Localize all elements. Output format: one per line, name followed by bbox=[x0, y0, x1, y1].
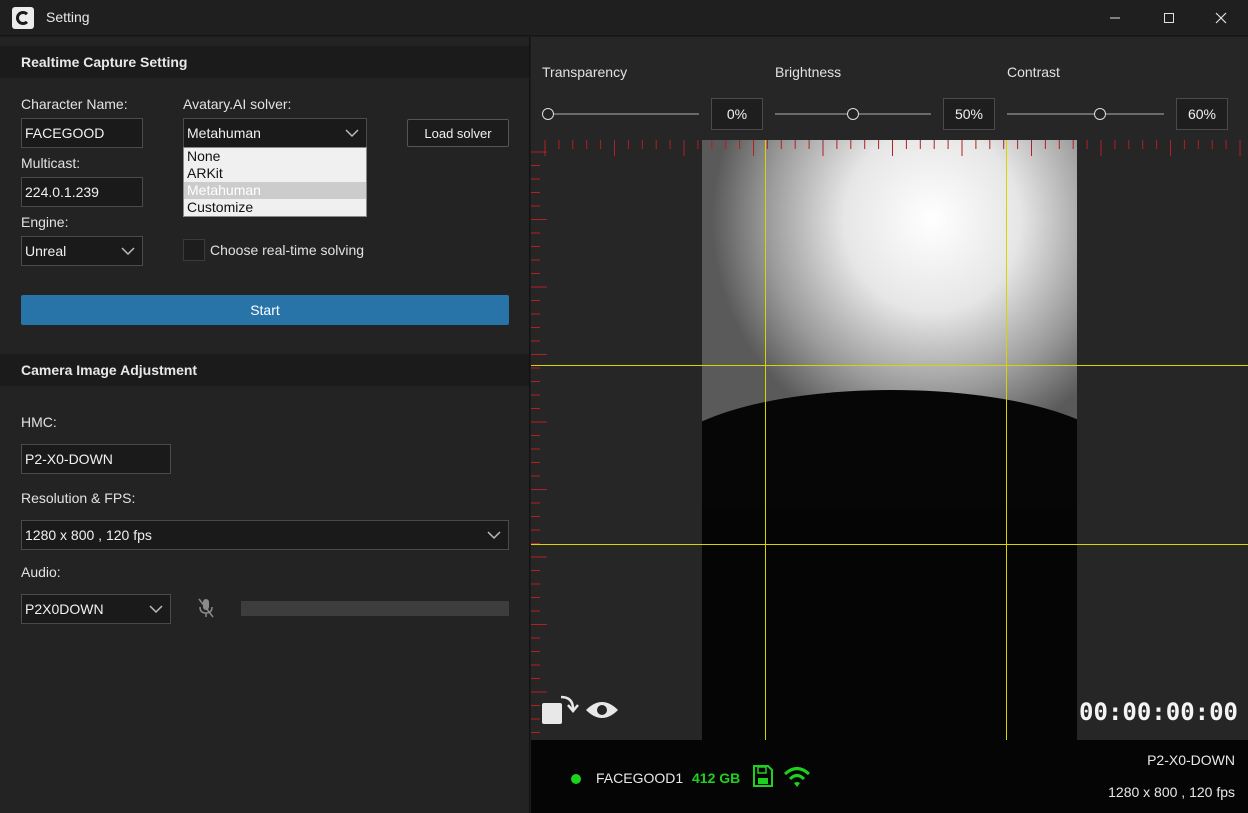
brightness-label: Brightness bbox=[775, 64, 842, 80]
close-button[interactable] bbox=[1198, 0, 1244, 36]
capture-section-title: Realtime Capture Setting bbox=[0, 46, 529, 78]
close-icon bbox=[1215, 12, 1227, 24]
solver-option-none[interactable]: None bbox=[184, 148, 366, 165]
minimize-icon bbox=[1110, 17, 1120, 19]
vertical-ruler bbox=[531, 151, 547, 733]
resolution-dropdown[interactable]: 1280 x 800 , 120 fps bbox=[21, 520, 509, 550]
character-name-input[interactable]: FACEGOOD bbox=[21, 118, 143, 148]
start-button[interactable]: Start bbox=[21, 295, 509, 325]
chevron-down-icon bbox=[121, 247, 135, 256]
hmc-name-readout: P2-X0-DOWN bbox=[1147, 752, 1235, 768]
preview-panel: Transparency Brightness Contrast 0% 50% … bbox=[531, 37, 1248, 813]
load-solver-button[interactable]: Load solver bbox=[407, 119, 509, 147]
character-name-label: Character Name: bbox=[21, 96, 128, 112]
wifi-icon bbox=[783, 767, 811, 787]
horizontal-ruler bbox=[544, 140, 1241, 156]
maximize-button[interactable] bbox=[1146, 0, 1192, 36]
solver-option-customize[interactable]: Customize bbox=[184, 199, 366, 216]
device-name: FACEGOOD1 bbox=[596, 770, 684, 786]
audio-dropdown[interactable]: P2X0DOWN bbox=[21, 594, 171, 624]
resolution-selected-value: 1280 x 800 , 120 fps bbox=[25, 527, 152, 543]
guide-line-vertical bbox=[1006, 140, 1007, 740]
audio-selected-value: P2X0DOWN bbox=[25, 601, 104, 617]
solver-selected-value: Metahuman bbox=[187, 125, 261, 141]
engine-selected-value: Unreal bbox=[25, 243, 67, 259]
camera-preview[interactable]: 00:00:00:00 bbox=[531, 140, 1248, 740]
resolution-readout: 1280 x 800 , 120 fps bbox=[1108, 784, 1235, 800]
guide-line-horizontal bbox=[531, 544, 1248, 545]
rotate-image-icon[interactable] bbox=[541, 693, 579, 727]
solver-options-list: None ARKit Metahuman Customize bbox=[183, 147, 367, 217]
camera-section-title: Camera Image Adjustment bbox=[0, 354, 529, 386]
microphone-muted-icon[interactable] bbox=[196, 597, 216, 619]
hmc-input[interactable]: P2-X0-DOWN bbox=[21, 444, 171, 474]
chevron-down-icon bbox=[345, 129, 359, 138]
maximize-icon bbox=[1164, 13, 1174, 23]
storage-capacity: 412 GB bbox=[692, 770, 741, 786]
transparency-value[interactable]: 0% bbox=[711, 98, 763, 130]
multicast-label: Multicast: bbox=[21, 155, 81, 171]
chevron-down-icon bbox=[487, 531, 501, 540]
chevron-down-icon bbox=[149, 605, 163, 614]
realtime-solving-checkbox[interactable] bbox=[183, 239, 205, 261]
audio-label: Audio: bbox=[21, 564, 61, 580]
settings-panel: Realtime Capture Setting Character Name:… bbox=[0, 37, 530, 813]
camera-feed-image bbox=[702, 140, 1077, 740]
contrast-value[interactable]: 60% bbox=[1176, 98, 1228, 130]
transparency-slider[interactable] bbox=[542, 113, 699, 115]
brightness-value[interactable]: 50% bbox=[943, 98, 995, 130]
engine-label: Engine: bbox=[21, 214, 69, 230]
audio-level-meter bbox=[241, 601, 509, 616]
resolution-label: Resolution & FPS: bbox=[21, 490, 136, 506]
title-bar: Setting bbox=[0, 0, 1248, 36]
hmc-label: HMC: bbox=[21, 414, 57, 430]
brightness-slider-handle[interactable] bbox=[847, 108, 859, 120]
solver-option-arkit[interactable]: ARKit bbox=[184, 165, 366, 182]
guide-line-horizontal bbox=[531, 365, 1248, 366]
guide-line-vertical bbox=[765, 140, 766, 740]
transparency-slider-handle[interactable] bbox=[542, 108, 554, 120]
timecode-display: 00:00:00:00 bbox=[1079, 698, 1238, 726]
window-title: Setting bbox=[46, 9, 90, 25]
multicast-input[interactable]: 224.0.1.239 bbox=[21, 177, 143, 207]
eye-icon[interactable] bbox=[584, 698, 620, 722]
save-disk-icon bbox=[753, 765, 773, 787]
realtime-solving-label: Choose real-time solving bbox=[210, 242, 365, 258]
solver-dropdown[interactable]: Metahuman bbox=[183, 118, 367, 148]
contrast-slider[interactable] bbox=[1007, 113, 1164, 115]
transparency-label: Transparency bbox=[542, 64, 628, 80]
minimize-button[interactable] bbox=[1092, 0, 1138, 36]
device-status-bar: FACEGOOD1 412 GB P2-X0-DOWN 1280 x 800 ,… bbox=[531, 740, 1248, 813]
connection-status-indicator bbox=[571, 774, 581, 784]
contrast-label: Contrast bbox=[1007, 64, 1060, 80]
solver-label: Avatary.AI solver: bbox=[183, 96, 292, 112]
contrast-slider-handle[interactable] bbox=[1094, 108, 1106, 120]
solver-option-metahuman[interactable]: Metahuman bbox=[184, 182, 366, 199]
engine-dropdown[interactable]: Unreal bbox=[21, 236, 143, 266]
app-logo-icon bbox=[12, 7, 34, 29]
